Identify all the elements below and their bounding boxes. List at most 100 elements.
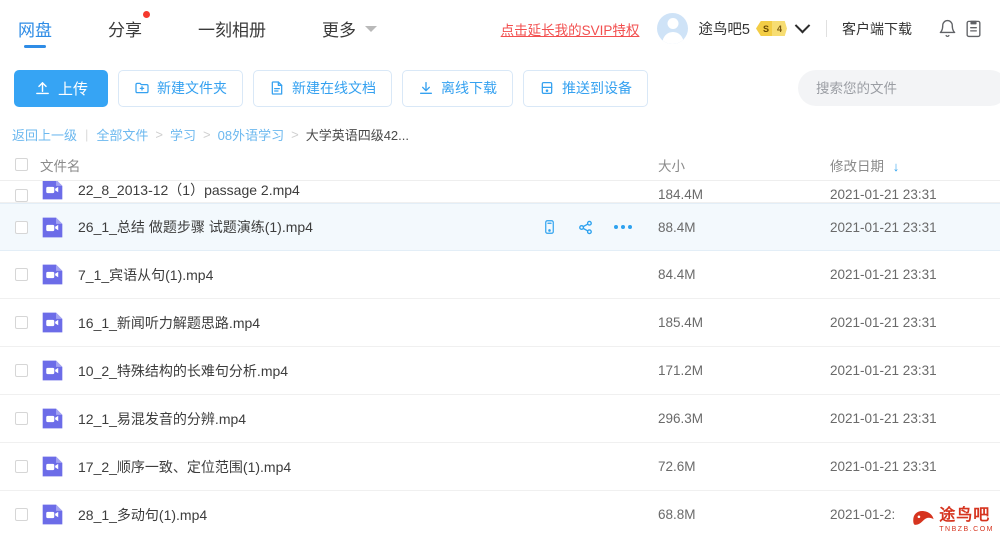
push-to-device-button-label: 推送到设备 (562, 80, 632, 96)
row-checkbox[interactable] (14, 364, 28, 377)
nav-tab-share[interactable]: 分享 (108, 0, 150, 57)
file-name-label: 26_1_总结 做题步骤 试题演练(1).mp4 (78, 219, 313, 235)
file-name-cell[interactable]: 26_1_总结 做题步骤 试题演练(1).mp4 (40, 215, 542, 240)
file-name-label: 16_1_新闻听力解题思路.mp4 (78, 314, 261, 331)
file-name-cell[interactable]: 17_2_顺序一致、定位范围(1).mp4 (40, 454, 658, 479)
nav-user-area: 点击延长我的SVIP特权 途鸟吧5 S 4 客户端下载 (501, 0, 1000, 57)
new-folder-icon (134, 80, 150, 96)
file-size-label: 185.4M (658, 315, 704, 330)
row-select-cell (0, 189, 40, 202)
svip-promo-link[interactable]: 点击延长我的SVIP特权 (501, 19, 640, 39)
row-select-cell (0, 508, 40, 521)
nav-tab-label: 一刻相册 (198, 21, 266, 40)
file-date-label: 2021-01-21 23:31 (830, 411, 937, 426)
file-name-cell[interactable]: 7_1_宾语从句(1).mp4 (40, 262, 658, 287)
breadcrumb-divider: | (85, 126, 89, 142)
avatar[interactable] (657, 13, 689, 44)
row-checkbox[interactable] (14, 316, 28, 329)
nav-divider (826, 20, 827, 37)
vip-level-label: 4 (772, 21, 787, 36)
offline-download-button-label: 离线下载 (441, 80, 497, 96)
file-size-label: 88.4M (658, 219, 696, 235)
file-size-label: 68.8M (658, 507, 696, 522)
device-icon[interactable] (542, 218, 557, 236)
table-row[interactable]: 28_1_多动句(1).mp4 68.8M 2021-01-2: (0, 491, 1000, 537)
column-header-date[interactable]: 修改日期 ↓ (830, 155, 1000, 175)
video-file-icon (40, 358, 65, 383)
action-toolbar: 上传 新建文件夹 新建在线文档 离线下载 推送到设备 搜索您的文件 (0, 57, 1000, 119)
table-row[interactable]: 26_1_总结 做题步骤 试题演练(1).mp4 88.4M 2021-01-2… (0, 203, 1000, 251)
file-name-cell[interactable]: 28_1_多动句(1).mp4 (40, 502, 658, 527)
nav-tab-netdisk[interactable]: 网盘 (18, 0, 52, 57)
new-online-doc-button[interactable]: 新建在线文档 (253, 69, 392, 107)
video-file-icon (40, 215, 65, 240)
file-size-label: 296.3M (658, 411, 704, 426)
search-input[interactable] (798, 70, 1000, 106)
more-icon[interactable] (614, 225, 632, 229)
sort-arrow-icon: ↓ (892, 158, 900, 174)
table-row[interactable]: 7_1_宾语从句(1).mp4 84.4M 2021-01-21 23:31 (0, 251, 1000, 299)
table-row[interactable]: 12_1_易混发音的分辨.mp4 296.3M 2021-01-21 23:31 (0, 395, 1000, 443)
file-name-cell[interactable]: 22_8_2013-12（1）passage 2.mp4 (40, 181, 658, 202)
row-select-cell (0, 412, 40, 425)
file-size-label: 171.2M (658, 363, 704, 378)
video-file-icon (40, 502, 65, 527)
active-tab-underline (24, 45, 46, 48)
new-folder-button[interactable]: 新建文件夹 (118, 69, 243, 107)
table-row[interactable]: 16_1_新闻听力解题思路.mp4 185.4M 2021-01-21 23:3… (0, 299, 1000, 347)
file-table-header: 文件名 大小 修改日期 ↓ (0, 149, 1000, 181)
share-icon[interactable] (577, 219, 594, 236)
video-file-icon (40, 262, 65, 287)
column-header-name[interactable]: 文件名 (40, 155, 658, 175)
breadcrumb-separator: > (155, 126, 164, 142)
nav-tab-more[interactable]: 更多 (322, 0, 377, 57)
row-checkbox[interactable] (14, 460, 28, 473)
download-icon (418, 80, 434, 96)
file-date-label: 2021-01-21 23:31 (830, 459, 937, 474)
file-name-label: 17_2_顺序一致、定位范围(1).mp4 (78, 458, 292, 475)
row-checkbox[interactable] (14, 189, 28, 202)
row-checkbox[interactable] (14, 412, 28, 425)
video-file-icon (40, 454, 65, 479)
file-size-label: 72.6M (658, 459, 696, 474)
row-checkbox[interactable] (14, 508, 28, 521)
push-to-device-button[interactable]: 推送到设备 (523, 69, 648, 107)
row-checkbox[interactable] (14, 220, 28, 234)
client-download-link[interactable]: 客户端下载 (842, 19, 912, 39)
bell-icon[interactable] (936, 18, 958, 40)
file-name-cell[interactable]: 16_1_新闻听力解题思路.mp4 (40, 310, 658, 335)
nav-tab-photo-album[interactable]: 一刻相册 (198, 0, 266, 57)
user-menu-chevron-down-icon[interactable] (794, 17, 811, 34)
file-date-label: 2021-01-21 23:31 (830, 363, 937, 378)
offline-download-button[interactable]: 离线下载 (402, 69, 513, 107)
table-row[interactable]: 22_8_2013-12（1）passage 2.mp4 184.4M 2021… (0, 181, 1000, 203)
nav-tabs: 网盘 分享 一刻相册 更多 (0, 0, 433, 57)
device-push-icon (539, 80, 555, 96)
file-name-label: 28_1_多动句(1).mp4 (78, 506, 208, 523)
file-list[interactable]: 22_8_2013-12（1）passage 2.mp4 184.4M 2021… (0, 181, 1000, 537)
clipboard-icon[interactable] (962, 18, 984, 40)
file-name-cell[interactable]: 12_1_易混发音的分辨.mp4 (40, 406, 658, 431)
column-header-size[interactable]: 大小 (658, 155, 830, 175)
table-row[interactable]: 10_2_特殊结构的长难句分析.mp4 171.2M 2021-01-21 23… (0, 347, 1000, 395)
file-date-label: 2021-01-21 23:31 (830, 219, 937, 235)
select-all-cell (0, 158, 40, 171)
video-file-icon (40, 181, 65, 202)
select-all-checkbox[interactable] (14, 158, 28, 171)
table-row[interactable]: 17_2_顺序一致、定位范围(1).mp4 72.6M 2021-01-21 2… (0, 443, 1000, 491)
breadcrumb-item-study[interactable]: 学习 (170, 125, 196, 144)
vip-tier-label: S (756, 21, 772, 36)
file-name-cell[interactable]: 10_2_特殊结构的长难句分析.mp4 (40, 358, 658, 383)
file-date-label: 2021-01-2: (830, 507, 896, 522)
breadcrumb-back-link[interactable]: 返回上一级 (12, 125, 77, 144)
top-navigation-bar: 网盘 分享 一刻相册 更多 点击延长我的SVIP特权 途鸟吧5 S 4 客户端下… (0, 0, 1000, 57)
row-checkbox[interactable] (14, 268, 28, 281)
breadcrumb-item-foreign-language[interactable]: 08外语学习 (218, 125, 284, 144)
upload-button[interactable]: 上传 (14, 69, 108, 107)
row-select-cell (0, 268, 40, 281)
breadcrumb-item-all-files[interactable]: 全部文件 (96, 125, 148, 144)
file-date-label: 2021-01-21 23:31 (830, 315, 937, 330)
nav-tab-label: 更多 (322, 21, 356, 40)
file-date-label: 2021-01-21 23:31 (830, 267, 937, 282)
row-select-cell (0, 220, 40, 234)
